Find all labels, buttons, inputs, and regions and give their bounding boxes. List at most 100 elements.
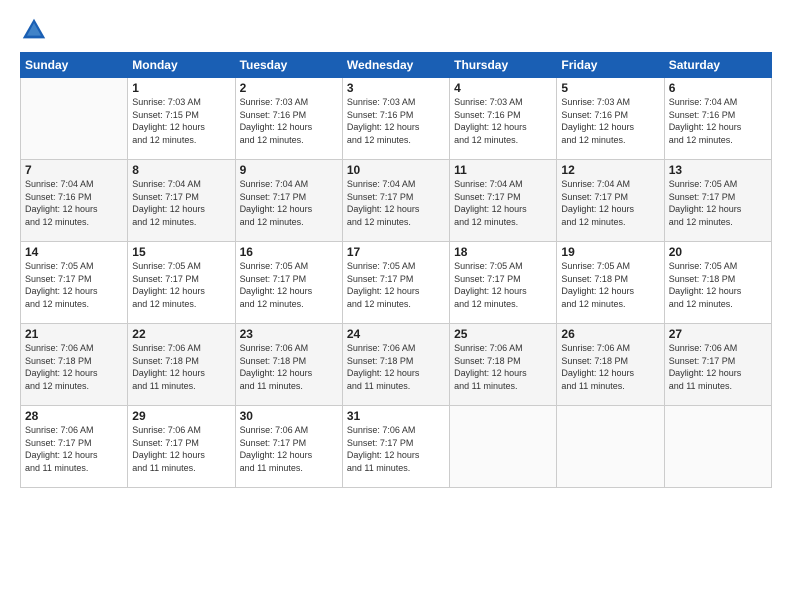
day-number: 3: [347, 81, 445, 95]
day-number: 7: [25, 163, 123, 177]
header: [20, 16, 772, 44]
day-number: 14: [25, 245, 123, 259]
day-number: 9: [240, 163, 338, 177]
calendar-cell: 5Sunrise: 7:03 AMSunset: 7:16 PMDaylight…: [557, 78, 664, 160]
day-detail: Sunrise: 7:06 AMSunset: 7:17 PMDaylight:…: [25, 424, 123, 474]
weekday-header-friday: Friday: [557, 53, 664, 78]
calendar-cell: 10Sunrise: 7:04 AMSunset: 7:17 PMDayligh…: [342, 160, 449, 242]
calendar-cell: 24Sunrise: 7:06 AMSunset: 7:18 PMDayligh…: [342, 324, 449, 406]
day-number: 18: [454, 245, 552, 259]
day-number: 16: [240, 245, 338, 259]
day-number: 31: [347, 409, 445, 423]
calendar-week-row: 28Sunrise: 7:06 AMSunset: 7:17 PMDayligh…: [21, 406, 772, 488]
logo-icon: [20, 16, 48, 44]
day-detail: Sunrise: 7:05 AMSunset: 7:17 PMDaylight:…: [669, 178, 767, 228]
weekday-header-sunday: Sunday: [21, 53, 128, 78]
calendar-cell: 2Sunrise: 7:03 AMSunset: 7:16 PMDaylight…: [235, 78, 342, 160]
calendar-week-row: 7Sunrise: 7:04 AMSunset: 7:16 PMDaylight…: [21, 160, 772, 242]
day-detail: Sunrise: 7:06 AMSunset: 7:17 PMDaylight:…: [132, 424, 230, 474]
day-number: 25: [454, 327, 552, 341]
day-number: 10: [347, 163, 445, 177]
day-number: 8: [132, 163, 230, 177]
weekday-header-saturday: Saturday: [664, 53, 771, 78]
calendar-cell: 3Sunrise: 7:03 AMSunset: 7:16 PMDaylight…: [342, 78, 449, 160]
calendar-cell: 8Sunrise: 7:04 AMSunset: 7:17 PMDaylight…: [128, 160, 235, 242]
day-number: 30: [240, 409, 338, 423]
day-detail: Sunrise: 7:04 AMSunset: 7:17 PMDaylight:…: [347, 178, 445, 228]
day-detail: Sunrise: 7:03 AMSunset: 7:16 PMDaylight:…: [347, 96, 445, 146]
calendar-cell: 1Sunrise: 7:03 AMSunset: 7:15 PMDaylight…: [128, 78, 235, 160]
day-number: 17: [347, 245, 445, 259]
day-detail: Sunrise: 7:05 AMSunset: 7:17 PMDaylight:…: [454, 260, 552, 310]
day-number: 2: [240, 81, 338, 95]
day-detail: Sunrise: 7:04 AMSunset: 7:17 PMDaylight:…: [132, 178, 230, 228]
calendar-cell: 21Sunrise: 7:06 AMSunset: 7:18 PMDayligh…: [21, 324, 128, 406]
day-detail: Sunrise: 7:05 AMSunset: 7:17 PMDaylight:…: [240, 260, 338, 310]
day-number: 11: [454, 163, 552, 177]
calendar-cell: 28Sunrise: 7:06 AMSunset: 7:17 PMDayligh…: [21, 406, 128, 488]
day-number: 21: [25, 327, 123, 341]
calendar-week-row: 21Sunrise: 7:06 AMSunset: 7:18 PMDayligh…: [21, 324, 772, 406]
calendar-cell: 27Sunrise: 7:06 AMSunset: 7:17 PMDayligh…: [664, 324, 771, 406]
day-number: 23: [240, 327, 338, 341]
calendar-table: SundayMondayTuesdayWednesdayThursdayFrid…: [20, 52, 772, 488]
weekday-header-thursday: Thursday: [450, 53, 557, 78]
day-number: 1: [132, 81, 230, 95]
day-number: 28: [25, 409, 123, 423]
day-number: 12: [561, 163, 659, 177]
day-detail: Sunrise: 7:06 AMSunset: 7:17 PMDaylight:…: [240, 424, 338, 474]
day-number: 13: [669, 163, 767, 177]
calendar-week-row: 14Sunrise: 7:05 AMSunset: 7:17 PMDayligh…: [21, 242, 772, 324]
day-detail: Sunrise: 7:03 AMSunset: 7:16 PMDaylight:…: [454, 96, 552, 146]
calendar-cell: [557, 406, 664, 488]
calendar-cell: 29Sunrise: 7:06 AMSunset: 7:17 PMDayligh…: [128, 406, 235, 488]
day-detail: Sunrise: 7:05 AMSunset: 7:18 PMDaylight:…: [669, 260, 767, 310]
calendar-cell: 19Sunrise: 7:05 AMSunset: 7:18 PMDayligh…: [557, 242, 664, 324]
day-number: 15: [132, 245, 230, 259]
day-number: 22: [132, 327, 230, 341]
calendar-cell: 9Sunrise: 7:04 AMSunset: 7:17 PMDaylight…: [235, 160, 342, 242]
day-detail: Sunrise: 7:06 AMSunset: 7:18 PMDaylight:…: [561, 342, 659, 392]
calendar-cell: 11Sunrise: 7:04 AMSunset: 7:17 PMDayligh…: [450, 160, 557, 242]
day-number: 29: [132, 409, 230, 423]
calendar-cell: 16Sunrise: 7:05 AMSunset: 7:17 PMDayligh…: [235, 242, 342, 324]
calendar-cell: 12Sunrise: 7:04 AMSunset: 7:17 PMDayligh…: [557, 160, 664, 242]
calendar-cell: 4Sunrise: 7:03 AMSunset: 7:16 PMDaylight…: [450, 78, 557, 160]
day-number: 20: [669, 245, 767, 259]
calendar-cell: [664, 406, 771, 488]
calendar-cell: 20Sunrise: 7:05 AMSunset: 7:18 PMDayligh…: [664, 242, 771, 324]
day-number: 5: [561, 81, 659, 95]
day-detail: Sunrise: 7:04 AMSunset: 7:16 PMDaylight:…: [669, 96, 767, 146]
day-detail: Sunrise: 7:05 AMSunset: 7:18 PMDaylight:…: [561, 260, 659, 310]
calendar-cell: 26Sunrise: 7:06 AMSunset: 7:18 PMDayligh…: [557, 324, 664, 406]
day-detail: Sunrise: 7:05 AMSunset: 7:17 PMDaylight:…: [132, 260, 230, 310]
calendar-cell: 15Sunrise: 7:05 AMSunset: 7:17 PMDayligh…: [128, 242, 235, 324]
calendar-cell: 17Sunrise: 7:05 AMSunset: 7:17 PMDayligh…: [342, 242, 449, 324]
day-detail: Sunrise: 7:06 AMSunset: 7:18 PMDaylight:…: [132, 342, 230, 392]
day-detail: Sunrise: 7:06 AMSunset: 7:18 PMDaylight:…: [240, 342, 338, 392]
day-detail: Sunrise: 7:04 AMSunset: 7:17 PMDaylight:…: [240, 178, 338, 228]
day-detail: Sunrise: 7:06 AMSunset: 7:18 PMDaylight:…: [347, 342, 445, 392]
day-detail: Sunrise: 7:06 AMSunset: 7:18 PMDaylight:…: [454, 342, 552, 392]
day-detail: Sunrise: 7:03 AMSunset: 7:16 PMDaylight:…: [240, 96, 338, 146]
day-detail: Sunrise: 7:06 AMSunset: 7:17 PMDaylight:…: [669, 342, 767, 392]
day-number: 24: [347, 327, 445, 341]
weekday-header-tuesday: Tuesday: [235, 53, 342, 78]
day-detail: Sunrise: 7:06 AMSunset: 7:17 PMDaylight:…: [347, 424, 445, 474]
weekday-header-row: SundayMondayTuesdayWednesdayThursdayFrid…: [21, 53, 772, 78]
calendar-cell: 23Sunrise: 7:06 AMSunset: 7:18 PMDayligh…: [235, 324, 342, 406]
day-detail: Sunrise: 7:05 AMSunset: 7:17 PMDaylight:…: [25, 260, 123, 310]
calendar-cell: 18Sunrise: 7:05 AMSunset: 7:17 PMDayligh…: [450, 242, 557, 324]
weekday-header-monday: Monday: [128, 53, 235, 78]
day-detail: Sunrise: 7:06 AMSunset: 7:18 PMDaylight:…: [25, 342, 123, 392]
logo: [20, 16, 52, 44]
day-detail: Sunrise: 7:03 AMSunset: 7:15 PMDaylight:…: [132, 96, 230, 146]
calendar-cell: [21, 78, 128, 160]
weekday-header-wednesday: Wednesday: [342, 53, 449, 78]
calendar-cell: 13Sunrise: 7:05 AMSunset: 7:17 PMDayligh…: [664, 160, 771, 242]
calendar-cell: 7Sunrise: 7:04 AMSunset: 7:16 PMDaylight…: [21, 160, 128, 242]
day-detail: Sunrise: 7:04 AMSunset: 7:16 PMDaylight:…: [25, 178, 123, 228]
calendar-cell: 30Sunrise: 7:06 AMSunset: 7:17 PMDayligh…: [235, 406, 342, 488]
calendar-cell: 14Sunrise: 7:05 AMSunset: 7:17 PMDayligh…: [21, 242, 128, 324]
day-detail: Sunrise: 7:04 AMSunset: 7:17 PMDaylight:…: [561, 178, 659, 228]
